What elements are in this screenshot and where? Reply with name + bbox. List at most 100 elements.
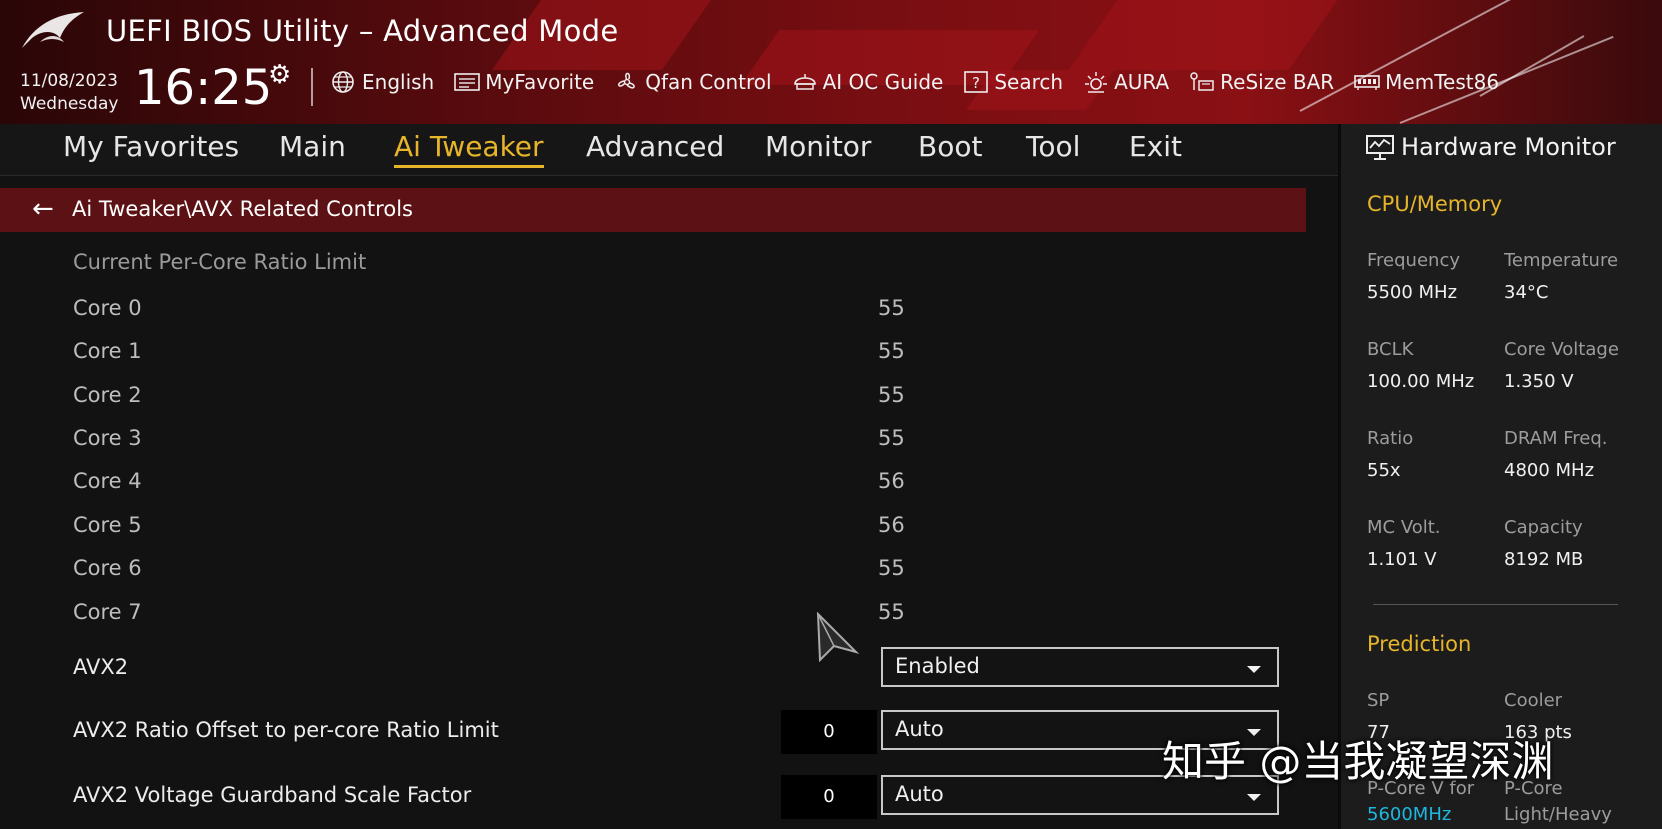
toolbar: English MyFavorite Qfan Control AI OC Gu…: [330, 70, 1518, 94]
aura-button[interactable]: AURA: [1082, 70, 1169, 94]
weekday-text: Wednesday: [20, 94, 119, 114]
core-ratio-value: 55: [878, 600, 905, 624]
breadcrumb: ← Ai Tweaker\AVX Related Controls: [0, 188, 1306, 232]
core-ratio-value: 55: [878, 383, 905, 407]
divider: [1373, 604, 1618, 605]
svg-text:?: ?: [972, 74, 980, 92]
hardware-monitor-panel: Hardware Monitor CPU/Memory Frequency 55…: [1338, 124, 1662, 829]
core-ratio-row: Core 7 55: [73, 600, 1273, 640]
hw-value: 34°C: [1504, 282, 1549, 303]
myfavorite-button[interactable]: MyFavorite: [453, 70, 594, 94]
core-ratio-row: Core 1 55: [73, 339, 1273, 379]
core-ratio-value: 55: [878, 426, 905, 450]
globe-icon: [332, 71, 354, 93]
tool-label: MemTest86: [1385, 70, 1500, 94]
tool-label: AI OC Guide: [822, 70, 944, 94]
core-label: Core 6: [73, 556, 142, 580]
core-ratio-row: Core 0 55: [73, 296, 1273, 336]
hw-value: 8192 MB: [1504, 549, 1584, 570]
favorite-list-icon: [454, 73, 481, 91]
tab-ai-tweaker[interactable]: Ai Tweaker: [394, 130, 544, 168]
tab-my-favorites[interactable]: My Favorites: [63, 130, 239, 165]
cpu-memory-title: CPU/Memory: [1367, 192, 1503, 216]
core-label: Core 3: [73, 426, 142, 450]
core-ratio-value: 55: [878, 296, 905, 320]
clock[interactable]: 16:25: [134, 60, 272, 116]
watermark: 知乎 @当我凝望深渊: [1162, 737, 1554, 786]
caret-down-icon: [1247, 666, 1261, 673]
title-bar: UEFI BIOS Utility – Advanced Mode 11/08/…: [0, 0, 1662, 124]
core-ratio-row: Core 4 56: [73, 469, 1273, 509]
hw-label: Temperature: [1504, 250, 1619, 271]
avx2-ratio-offset-value[interactable]: 0: [781, 710, 877, 754]
avx2-guardband-value[interactable]: 0: [781, 775, 877, 819]
tool-label: Search: [994, 70, 1064, 94]
date-display: 11/08/2023 Wednesday: [20, 70, 118, 116]
core-ratio-value: 56: [878, 513, 905, 537]
tool-label: English: [362, 70, 435, 94]
caret-down-icon: [1247, 794, 1261, 801]
avx2-ratio-offset-setting: AVX2 Ratio Offset to per-core Ratio Limi…: [73, 710, 1313, 754]
core-label: Core 0: [73, 296, 142, 320]
hardware-monitor-header: Hardware Monitor: [1365, 132, 1616, 162]
tab-tool[interactable]: Tool: [1026, 130, 1080, 165]
resize-bar-button[interactable]: ReSize BAR: [1188, 70, 1334, 94]
hw-value: 1.101 V: [1367, 549, 1437, 570]
tab-monitor[interactable]: Monitor: [765, 130, 871, 165]
aura-light-icon: [1085, 72, 1108, 93]
setting-label: AVX2 Ratio Offset to per-core Ratio Limi…: [73, 718, 499, 742]
hw-label: Cooler: [1504, 690, 1563, 711]
hw-value: 1.350 V: [1504, 371, 1574, 392]
avx2-dropdown[interactable]: Enabled: [881, 647, 1279, 687]
core-label: Core 4: [73, 469, 142, 493]
hw-value: 55x: [1367, 460, 1401, 481]
core-label: Core 2: [73, 383, 142, 407]
mouse-pointer-icon: [816, 612, 860, 662]
memory-icon: [1354, 75, 1380, 90]
tab-advanced[interactable]: Advanced: [586, 130, 724, 165]
tab-boot[interactable]: Boot: [918, 130, 982, 165]
resize-bar-icon: [1190, 72, 1214, 91]
back-arrow-icon[interactable]: ←: [32, 194, 54, 224]
tool-label: ReSize BAR: [1220, 70, 1335, 94]
date-text: 11/08/2023: [20, 71, 118, 91]
tool-label: Qfan Control: [645, 70, 772, 94]
hw-label: Core Voltage: [1504, 339, 1619, 360]
core-ratio-row: Core 2 55: [73, 383, 1273, 423]
core-ratio-row: Core 5 56: [73, 513, 1273, 553]
ai-oc-guide-button[interactable]: AI OC Guide: [791, 70, 944, 94]
hw-value: 4800 MHz: [1504, 460, 1595, 481]
hw-label: SP: [1367, 690, 1390, 711]
avx2-voltage-guardband-setting: AVX2 Voltage Guardband Scale Factor 0 Au…: [73, 775, 1313, 819]
main-tabs: My Favorites Main Ai Tweaker Advanced Mo…: [0, 124, 1338, 176]
search-help-icon: ?: [964, 71, 989, 93]
fan-icon: [618, 72, 635, 89]
avx2-setting: AVX2 Enabled: [73, 647, 1313, 691]
hw-label: Capacity: [1504, 517, 1583, 538]
hw-value: 5500 MHz: [1367, 282, 1458, 303]
language-button[interactable]: English: [330, 70, 434, 94]
rog-logo: [22, 12, 84, 48]
memtest86-button[interactable]: MemTest86: [1353, 70, 1499, 94]
core-label: Core 1: [73, 339, 142, 363]
tab-main[interactable]: Main: [279, 130, 346, 165]
search-button[interactable]: ? Search: [962, 70, 1063, 94]
qfan-control-button[interactable]: Qfan Control: [613, 70, 772, 94]
core-label: Core 5: [73, 513, 142, 537]
gear-icon[interactable]: ⚙: [268, 60, 291, 90]
dropdown-value: Auto: [895, 782, 944, 806]
dropdown-value: Auto: [895, 717, 944, 741]
core-ratio-value: 55: [878, 556, 905, 580]
breadcrumb-text: Ai Tweaker\AVX Related Controls: [72, 197, 413, 221]
hw-label: DRAM Freq.: [1504, 428, 1608, 449]
prediction-title: Prediction: [1367, 632, 1472, 656]
hw-label: BCLK: [1367, 339, 1414, 360]
dropdown-value: Enabled: [895, 654, 980, 678]
core-ratio-row: Core 3 55: [73, 426, 1273, 466]
hw-label: MC Volt.: [1367, 517, 1441, 538]
hw-label: Frequency: [1367, 250, 1460, 271]
hardware-monitor-title: Hardware Monitor: [1401, 133, 1616, 161]
tool-label: AURA: [1114, 70, 1170, 94]
setting-label: AVX2 Voltage Guardband Scale Factor: [73, 783, 472, 807]
tab-exit[interactable]: Exit: [1129, 130, 1182, 165]
